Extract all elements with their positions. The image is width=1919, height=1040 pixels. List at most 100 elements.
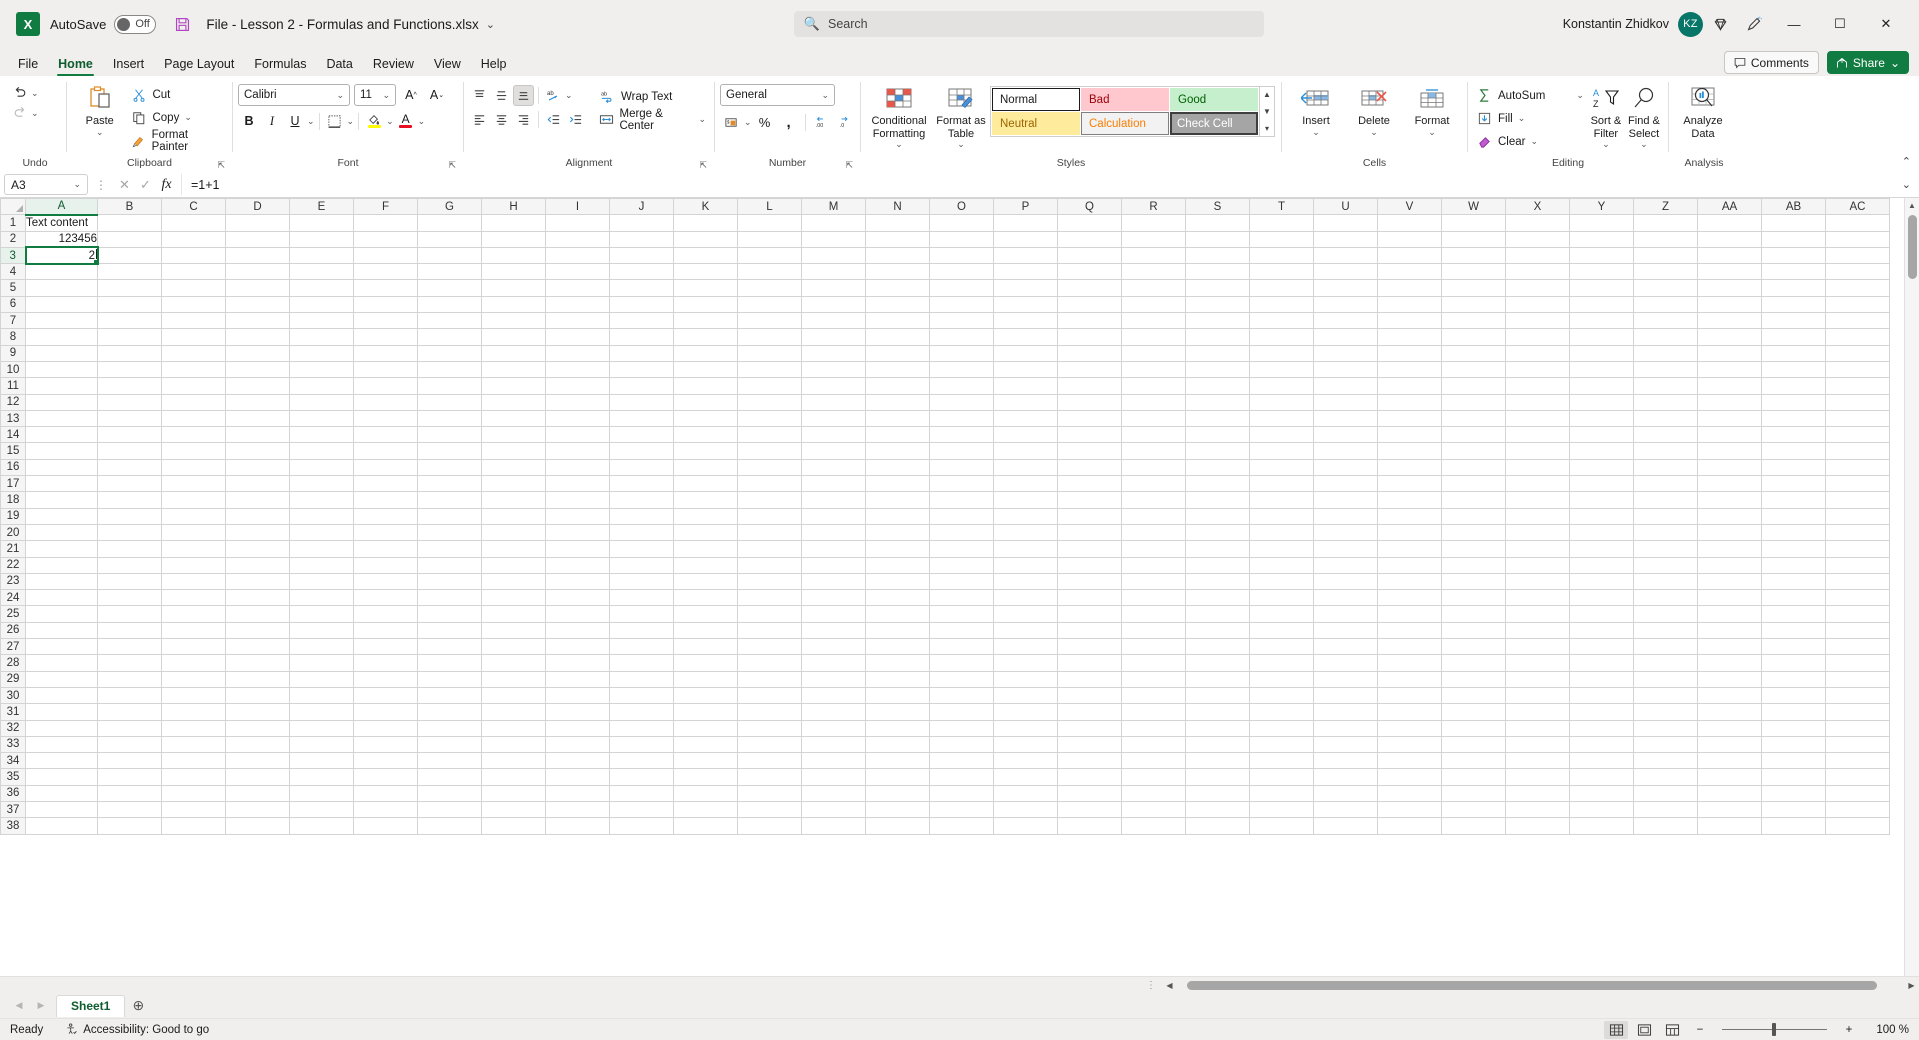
cell-r5[interactable] [1121, 279, 1186, 297]
cell-p37[interactable] [993, 800, 1058, 819]
cell-l37[interactable] [737, 800, 802, 819]
cell-o21[interactable] [929, 540, 994, 558]
cell-w2[interactable] [1441, 230, 1506, 248]
cell-j24[interactable] [609, 589, 674, 607]
cell-ab9[interactable] [1761, 344, 1826, 362]
tab-review[interactable]: Review [363, 54, 424, 76]
cell-p36[interactable] [993, 784, 1058, 802]
cell-d11[interactable] [225, 377, 290, 395]
cell-l7[interactable] [737, 312, 802, 330]
analyze-data-button[interactable]: Analyze Data [1674, 80, 1732, 140]
cell-ac2[interactable] [1825, 230, 1890, 248]
cell-s22[interactable] [1185, 556, 1250, 574]
cell-w7[interactable] [1441, 312, 1506, 330]
cell-v22[interactable] [1377, 556, 1442, 574]
cell-aa4[interactable] [1697, 263, 1762, 281]
cell-t24[interactable] [1249, 589, 1314, 607]
cell-s30[interactable] [1185, 686, 1250, 705]
cell-t12[interactable] [1249, 393, 1314, 411]
cell-p29[interactable] [993, 670, 1058, 688]
cell-h4[interactable] [481, 263, 546, 281]
cell-p27[interactable] [993, 638, 1058, 656]
cell-i31[interactable] [545, 703, 610, 721]
insert-cells-chevron-down-icon[interactable]: ⌄ [1312, 127, 1320, 137]
cell-a20[interactable] [25, 523, 98, 542]
cell-r24[interactable] [1121, 589, 1186, 607]
cell-h35[interactable] [481, 768, 546, 786]
cell-x10[interactable] [1505, 360, 1570, 379]
cell-g32[interactable] [417, 719, 482, 737]
cell-a10[interactable] [25, 360, 98, 379]
cell-y24[interactable] [1569, 589, 1634, 607]
cell-m8[interactable] [801, 328, 866, 346]
cell-v11[interactable] [1377, 377, 1442, 395]
column-header-t[interactable]: T [1249, 198, 1314, 216]
column-header-ac[interactable]: AC [1825, 198, 1890, 216]
cell-q34[interactable] [1057, 752, 1122, 770]
cell-a24[interactable] [25, 589, 98, 607]
cell-q14[interactable] [1057, 426, 1122, 444]
row-header-28[interactable]: 28 [0, 654, 26, 672]
cell-r4[interactable] [1121, 263, 1186, 281]
cell-ab19[interactable] [1761, 507, 1826, 525]
cell-k7[interactable] [673, 312, 738, 330]
cell-z13[interactable] [1633, 409, 1698, 428]
cell-q7[interactable] [1057, 312, 1122, 330]
cell-ac26[interactable] [1825, 621, 1890, 640]
cell-g17[interactable] [417, 475, 482, 493]
cell-x17[interactable] [1505, 475, 1570, 493]
cell-y10[interactable] [1569, 360, 1634, 379]
tab-insert[interactable]: Insert [103, 54, 154, 76]
cell-o37[interactable] [929, 800, 994, 819]
restore-button[interactable]: ☐ [1817, 7, 1863, 41]
cell-u24[interactable] [1313, 589, 1378, 607]
cell-b8[interactable] [97, 328, 162, 346]
close-button[interactable]: ✕ [1863, 7, 1909, 41]
row-header-8[interactable]: 8 [0, 328, 26, 346]
cell-i26[interactable] [545, 621, 610, 640]
cell-ac22[interactable] [1825, 556, 1890, 574]
cell-e21[interactable] [289, 540, 354, 558]
cell-r1[interactable] [1121, 214, 1186, 232]
cell-w5[interactable] [1441, 279, 1506, 297]
cell-s16[interactable] [1185, 458, 1250, 477]
cell-w6[interactable] [1441, 295, 1506, 314]
cell-e18[interactable] [289, 491, 354, 509]
comma-format-button[interactable]: , [778, 111, 800, 133]
cell-z24[interactable] [1633, 589, 1698, 607]
cell-c30[interactable] [161, 686, 226, 705]
styles-more-icon[interactable]: ▾ [1260, 121, 1274, 136]
cell-ac25[interactable] [1825, 605, 1890, 623]
cell-i27[interactable] [545, 638, 610, 656]
cell-n27[interactable] [865, 638, 930, 656]
cell-h11[interactable] [481, 377, 546, 395]
cell-q33[interactable] [1057, 735, 1122, 754]
cell-w38[interactable] [1441, 817, 1506, 835]
page-break-preview-button[interactable] [1660, 1021, 1684, 1039]
cell-i7[interactable] [545, 312, 610, 330]
cell-x34[interactable] [1505, 752, 1570, 770]
cell-i20[interactable] [545, 523, 610, 542]
number-format-select[interactable]: General ⌄ [720, 84, 835, 106]
cell-g30[interactable] [417, 686, 482, 705]
cell-w23[interactable] [1441, 572, 1506, 591]
cell-t23[interactable] [1249, 572, 1314, 591]
cell-l29[interactable] [737, 670, 802, 688]
cell-x20[interactable] [1505, 523, 1570, 542]
fill-color-button[interactable] [363, 110, 385, 132]
cell-e34[interactable] [289, 752, 354, 770]
cell-aa37[interactable] [1697, 800, 1762, 819]
cell-v30[interactable] [1377, 686, 1442, 705]
cell-s7[interactable] [1185, 312, 1250, 330]
cell-o1[interactable] [929, 214, 994, 232]
cell-j10[interactable] [609, 360, 674, 379]
cell-f16[interactable] [353, 458, 418, 477]
cell-z4[interactable] [1633, 263, 1698, 281]
cell-u29[interactable] [1313, 670, 1378, 688]
cell-c16[interactable] [161, 458, 226, 477]
cell-ac6[interactable] [1825, 295, 1890, 314]
cell-o18[interactable] [929, 491, 994, 509]
cell-e28[interactable] [289, 654, 354, 672]
cell-r18[interactable] [1121, 491, 1186, 509]
cell-d8[interactable] [225, 328, 290, 346]
